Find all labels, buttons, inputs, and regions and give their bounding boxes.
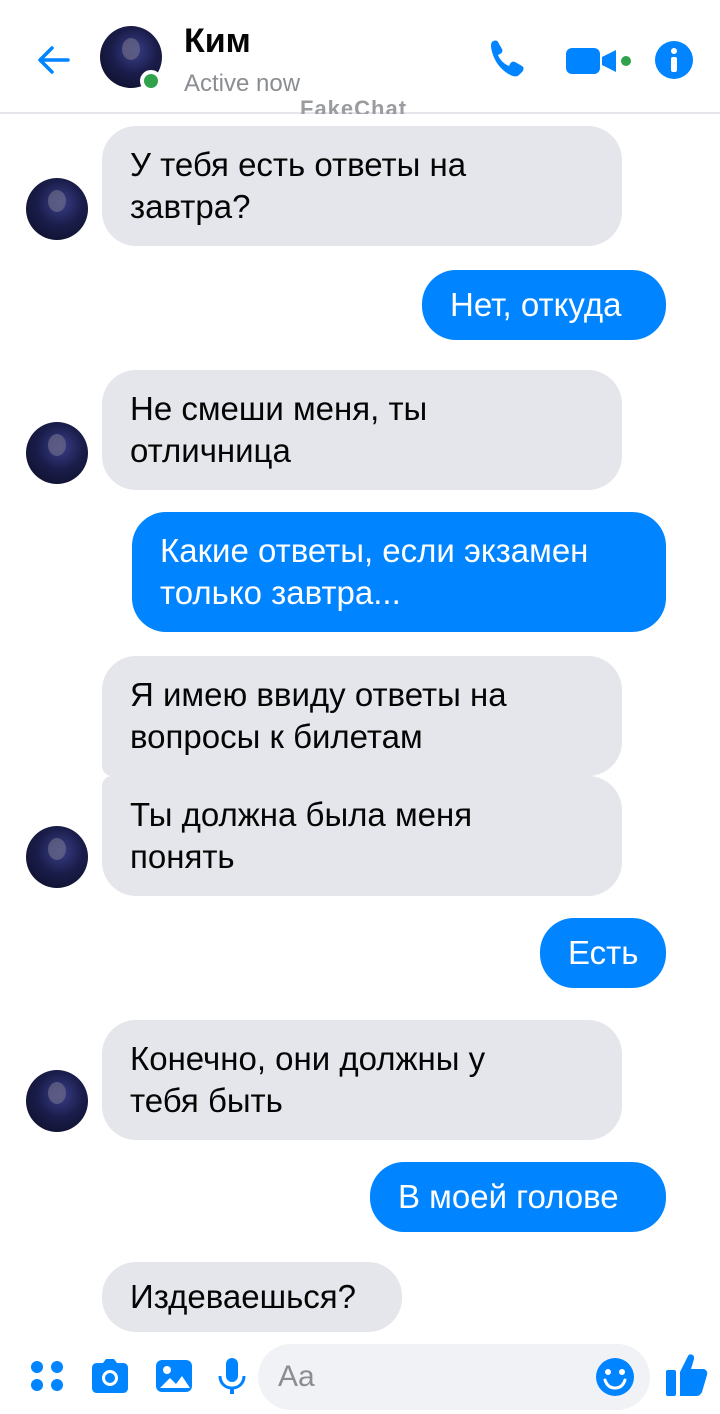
avatar[interactable]: [26, 826, 88, 888]
message-incoming[interactable]: Я имею ввиду ответы на вопросы к билетам: [102, 656, 622, 776]
message-incoming[interactable]: Ты должна была меня понять: [102, 776, 622, 896]
message-line: понять: [130, 838, 235, 875]
video-camera-icon[interactable]: [564, 40, 634, 80]
message-line: Я имею ввиду ответы на: [130, 676, 507, 713]
message-incoming[interactable]: Издеваешься?: [102, 1262, 402, 1332]
apps-grid-icon[interactable]: [26, 1354, 70, 1398]
gallery-icon[interactable]: [152, 1354, 196, 1398]
message-line: Нет, откуда: [450, 286, 622, 323]
avatar[interactable]: [26, 178, 88, 240]
emoji-icon[interactable]: [594, 1356, 636, 1398]
message-composer: Aa: [0, 1340, 720, 1414]
message-line: Есть: [568, 934, 639, 971]
message-input-placeholder: Aa: [278, 1360, 315, 1393]
online-indicator: [140, 70, 162, 92]
message-line: У тебя есть ответы на: [130, 146, 467, 183]
contact-name[interactable]: Ким: [184, 22, 251, 61]
contact-status: Active now: [184, 70, 301, 97]
contact-avatar[interactable]: [100, 26, 162, 92]
avatar[interactable]: [26, 1070, 88, 1132]
message-line: Не смеши меня, ты: [130, 390, 428, 427]
message-line: тебя быть: [130, 1082, 283, 1119]
message-line: Ты должна была меня: [130, 796, 473, 833]
message-line: Какие ответы, если экзамен: [160, 532, 589, 569]
message-line: отличница: [130, 432, 291, 469]
message-line: только завтра...: [160, 574, 401, 611]
phone-icon[interactable]: [484, 36, 528, 80]
message-incoming[interactable]: Не смеши меня, ты отличница: [102, 370, 622, 490]
back-arrow-icon[interactable]: [34, 40, 74, 80]
message-outgoing[interactable]: Нет, откуда: [422, 270, 666, 340]
camera-icon[interactable]: [88, 1354, 132, 1398]
message-line: вопросы к билетам: [130, 718, 423, 755]
message-line: В моей голове: [398, 1178, 619, 1215]
message-outgoing[interactable]: В моей голове: [370, 1162, 666, 1232]
message-line: Издеваешься?: [130, 1278, 356, 1315]
watermark-text: FakeChat: [300, 96, 408, 114]
avatar[interactable]: [26, 422, 88, 484]
message-line: завтра?: [130, 188, 251, 225]
message-incoming[interactable]: Конечно, они должны у тебя быть: [102, 1020, 622, 1140]
message-line: Конечно, они должны у: [130, 1040, 486, 1077]
message-outgoing[interactable]: Какие ответы, если экзамен только завтра…: [132, 512, 666, 632]
microphone-icon[interactable]: [210, 1354, 254, 1398]
info-icon[interactable]: [654, 40, 694, 80]
message-outgoing[interactable]: Есть: [540, 918, 666, 988]
thumbs-up-icon[interactable]: [664, 1348, 712, 1400]
message-incoming[interactable]: У тебя есть ответы на завтра?: [102, 126, 622, 246]
message-input[interactable]: Aa: [258, 1344, 650, 1410]
chat-header: Ким Active now FakeChat: [0, 0, 720, 114]
